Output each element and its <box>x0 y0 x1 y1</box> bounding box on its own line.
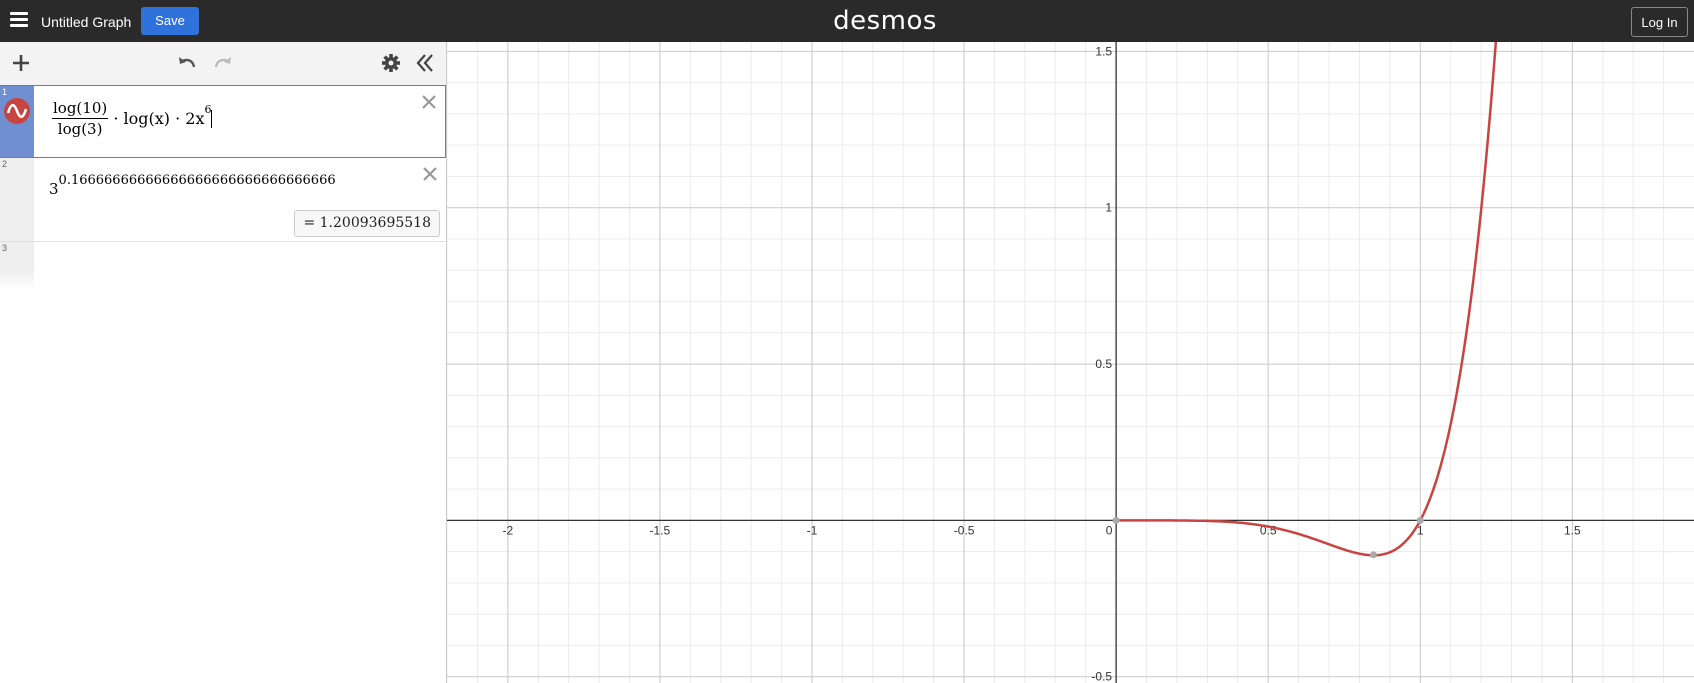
x-tick-label: 1.5 <box>1564 523 1581 537</box>
gear-icon[interactable] <box>378 50 404 76</box>
expression-number: 1 <box>2 87 8 97</box>
delete-expression-icon[interactable] <box>420 164 440 184</box>
fraction-numerator: log(10) <box>52 99 109 119</box>
top-bar: Untitled Graph Save desmos Log In <box>0 0 1694 42</box>
expression-text: · log(x) · 2x <box>113 109 205 128</box>
expression-gutter: 3 <box>0 242 34 290</box>
point-of-interest[interactable] <box>1112 516 1120 524</box>
x-tick-label: -2 <box>502 523 513 537</box>
expression-panel: 1 log(10) log(3) · log(x) · 2x6 2 30.166… <box>0 42 447 683</box>
power-exponent: 0.16666666666666666666666666666666 <box>58 173 336 188</box>
major-gridlines <box>447 42 1694 683</box>
function-curve <box>1116 42 1498 557</box>
graph-paper[interactable]: -2 -1.5 -1 -0.5 0 0.5 1 1.5 1.5 1 0.5 -0.5 <box>447 42 1694 683</box>
expression-row-empty[interactable]: 3 <box>0 242 446 290</box>
undo-icon[interactable] <box>174 50 200 76</box>
collapse-panel-icon[interactable] <box>412 50 438 76</box>
login-button[interactable]: Log In <box>1631 7 1688 37</box>
expression-math[interactable]: 30.16666666666666666666666666666666 <box>49 170 336 198</box>
delete-expression-icon[interactable] <box>419 92 439 112</box>
point-of-interest[interactable] <box>1416 516 1424 524</box>
graph-canvas[interactable]: -2 -1.5 -1 -0.5 0 0.5 1 1.51.510.5-0.5 <box>447 42 1694 683</box>
fraction: log(10) log(3) <box>52 99 109 138</box>
plus-icon[interactable] <box>8 50 34 76</box>
minor-gridlines <box>447 42 1694 683</box>
y-tick-label: -0.5 <box>1091 670 1112 683</box>
y-tick-label: 1.5 <box>1095 44 1112 58</box>
expression-math[interactable]: log(10) log(3) · log(x) · 2x6 <box>52 99 213 138</box>
y-tick-label: 0.5 <box>1095 357 1112 371</box>
y-tick-label: 1 <box>1105 201 1112 215</box>
expression-gutter: 2 <box>0 158 34 241</box>
axes <box>447 42 1694 683</box>
power-base: 3 <box>49 180 59 198</box>
x-tick-label: -1 <box>807 523 818 537</box>
x-tick-label: -0.5 <box>954 523 975 537</box>
expression-row[interactable]: 2 30.16666666666666666666666666666666 = … <box>0 158 446 242</box>
point-of-interest[interactable] <box>1369 551 1377 559</box>
x-tick-label: 0 <box>1106 523 1113 537</box>
expression-gutter: 1 <box>0 86 34 157</box>
evaluation-result: = 1.20093695518 <box>294 210 440 237</box>
desmos-logo: desmos <box>833 6 937 36</box>
redo-icon[interactable] <box>210 50 236 76</box>
expression-toolbar <box>0 42 446 86</box>
fraction-denominator: log(3) <box>57 120 103 138</box>
x-tick-label: -1.5 <box>650 523 671 537</box>
graph-style-icon[interactable] <box>3 97 31 125</box>
expression-row[interactable]: 1 log(10) log(3) · log(x) · 2x6 <box>0 85 446 158</box>
text-cursor <box>211 109 213 128</box>
expression-number: 2 <box>2 159 8 169</box>
exponent: 6 <box>204 102 212 116</box>
expression-number: 3 <box>2 243 8 253</box>
